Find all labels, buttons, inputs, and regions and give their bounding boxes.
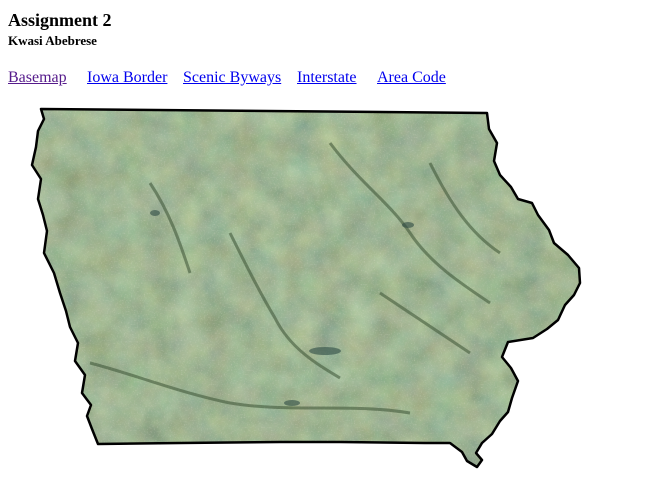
map-imagery [32,109,580,467]
author-name: Kwasi Abebrese [8,33,97,48]
page: Assignment 2 Kwasi Abebrese Basemap Iowa… [0,0,645,499]
nav-link-iowa-border[interactable]: Iowa Border [87,69,167,87]
nav-link-area-code[interactable]: Area Code [377,69,446,87]
iowa-satellite-map[interactable] [30,103,590,473]
page-title: Assignment 2 [8,10,112,30]
nav-link-basemap[interactable]: Basemap [8,69,67,87]
nav-link-interstate[interactable]: Interstate [297,69,357,87]
nav-link-scenic-byways[interactable]: Scenic Byways [183,69,281,87]
map-svg [30,107,582,469]
